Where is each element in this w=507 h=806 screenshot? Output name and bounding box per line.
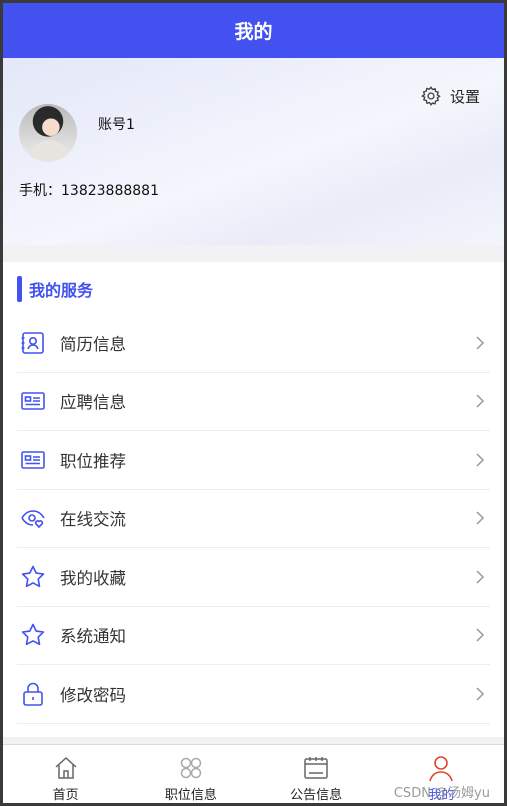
menu-label: 职位推荐	[60, 451, 126, 471]
tab-label: 首页	[52, 788, 79, 803]
id-card-icon	[21, 392, 45, 411]
gear-icon	[420, 86, 441, 106]
chevron-right-icon	[476, 394, 485, 408]
watermark: CSDN @汤姆yu	[393, 786, 490, 801]
menu-item-job-recommend[interactable]: 职位推荐	[17, 431, 490, 490]
eye-heart-icon	[21, 510, 45, 529]
chevron-right-icon	[476, 511, 485, 525]
menu-item-resume[interactable]: 简历信息	[17, 314, 490, 373]
phone-number: 13823888881	[61, 183, 159, 199]
tab-jobs[interactable]: 职位信息	[128, 745, 253, 803]
id-card-icon	[21, 450, 45, 469]
settings-label: 设置	[449, 87, 480, 106]
menu-item-applications[interactable]: 应聘信息	[17, 373, 490, 431]
settings-button[interactable]: 设置	[420, 85, 480, 107]
tab-label: 公告信息	[290, 788, 343, 803]
menu-item-online-chat[interactable]: 在线交流	[17, 490, 490, 548]
phone-label: 手机：	[19, 183, 61, 199]
section-title: 我的服务	[17, 276, 93, 302]
menu-label: 简历信息	[60, 334, 126, 354]
menu-item-notifications[interactable]: 系统通知	[17, 607, 490, 665]
chevron-right-icon	[476, 570, 485, 584]
menu-item-favorites[interactable]: 我的收藏	[17, 548, 490, 607]
home-icon	[55, 756, 77, 779]
app-frame: 我的 设置 账号1 手机：13823888881 我的服务 简历信息 应聘信息 …	[0, 0, 507, 806]
lock-icon	[23, 682, 43, 706]
menu-label: 应聘信息	[60, 393, 126, 413]
user-icon	[429, 756, 454, 782]
tab-label: 职位信息	[164, 788, 217, 803]
top-bar: 我的	[3, 3, 504, 58]
calendar-icon	[304, 757, 328, 779]
menu-label: 在线交流	[60, 510, 126, 530]
menu-label: 修改密码	[60, 685, 126, 705]
chevron-right-icon	[476, 453, 485, 467]
phone-info: 手机：13823888881	[19, 180, 159, 200]
chevron-right-icon	[476, 336, 485, 350]
resume-icon	[21, 331, 44, 354]
service-menu: 简历信息 应聘信息 职位推荐 在线交流 我的收藏 系统通知 修改密码	[17, 314, 490, 724]
chevron-right-icon	[476, 628, 485, 642]
tab-home[interactable]: 首页	[3, 745, 128, 803]
star-icon	[21, 565, 45, 587]
star-icon	[21, 623, 45, 646]
tab-announcements[interactable]: 公告信息	[254, 745, 379, 803]
menu-label: 系统通知	[60, 627, 126, 647]
services-section: 我的服务 简历信息 应聘信息 职位推荐 在线交流 我的收藏 系统通知 修改密码	[3, 262, 504, 737]
profile-card: 设置 账号1 手机：13823888881	[3, 58, 504, 245]
avatar[interactable]	[19, 104, 77, 162]
menu-item-change-password[interactable]: 修改密码	[17, 665, 490, 724]
grid-icon	[180, 757, 202, 779]
account-name: 账号1	[98, 117, 135, 133]
page-title: 我的	[234, 21, 273, 43]
menu-label: 我的收藏	[60, 568, 126, 588]
chevron-right-icon	[476, 687, 485, 701]
